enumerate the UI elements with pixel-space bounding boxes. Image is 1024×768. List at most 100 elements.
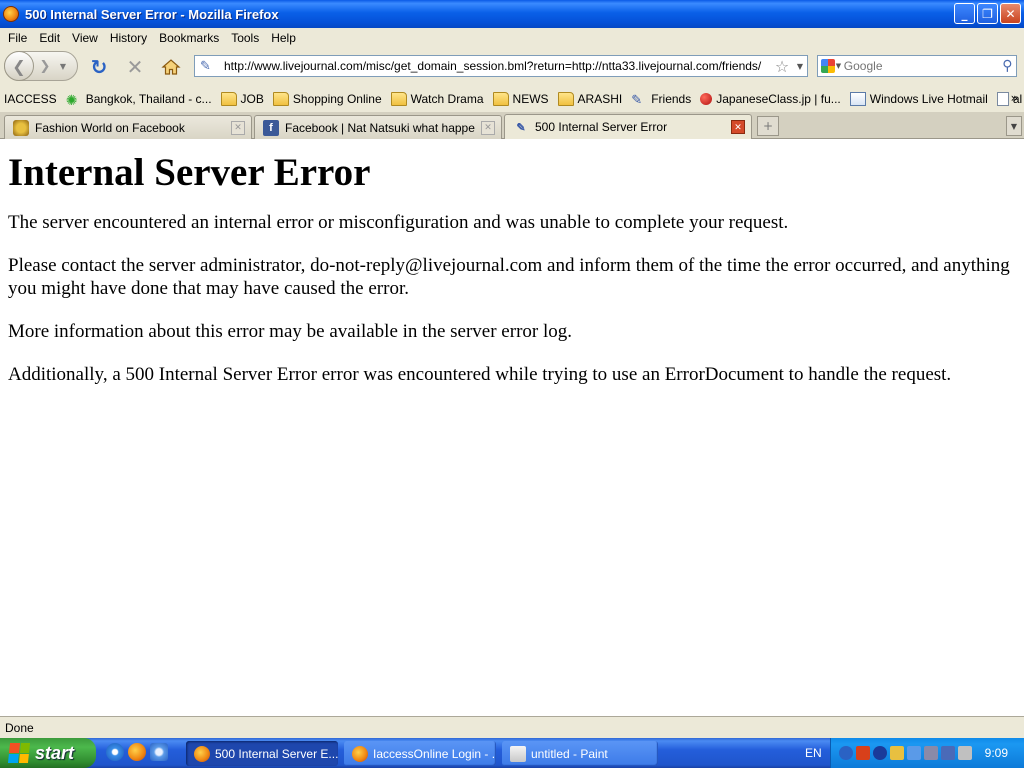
- minimize-button[interactable]: _: [954, 3, 975, 24]
- facebook-icon: f: [263, 119, 279, 136]
- chevron-down-icon: ▼: [1010, 121, 1018, 131]
- reload-button[interactable]: ↻: [88, 55, 110, 79]
- livejournal-pencil-icon: ✎: [516, 121, 526, 134]
- search-input[interactable]: [843, 59, 999, 73]
- menu-tools[interactable]: Tools: [225, 31, 265, 45]
- start-label: start: [35, 742, 75, 763]
- folder-icon: [220, 92, 237, 106]
- error-paragraph-4: Additionally, a 500 Internal Server Erro…: [8, 364, 952, 385]
- tray-expand-icon[interactable]: [839, 746, 853, 760]
- taskbar-item-firefox-error[interactable]: 500 Internal Server E...: [186, 741, 338, 766]
- bookmark-star-icon[interactable]: ☆: [771, 57, 793, 76]
- language-indicator[interactable]: EN: [805, 746, 822, 760]
- bookmark-windows-live-hotmail[interactable]: Windows Live Hotmail: [849, 92, 988, 106]
- windows-logo-icon: [7, 743, 31, 763]
- home-button[interactable]: [160, 56, 182, 78]
- menu-view[interactable]: View: [66, 31, 104, 45]
- search-engine-selector[interactable]: ▼: [818, 59, 844, 73]
- volume-icon[interactable]: [958, 746, 972, 760]
- firefox-icon: [3, 6, 19, 22]
- reload-icon: ↻: [90, 55, 108, 79]
- menu-file[interactable]: File: [2, 31, 33, 45]
- bookmark-folder-news[interactable]: NEWS: [492, 92, 549, 106]
- chevron-down-icon: ▼: [835, 62, 842, 70]
- livejournal-pencil-icon: ✎: [200, 58, 211, 74]
- new-tab-button[interactable]: +: [757, 116, 779, 136]
- start-button[interactable]: start: [0, 738, 96, 768]
- bookmark-label: Shopping Online: [292, 92, 382, 106]
- url-text[interactable]: http://www.livejournal.com/misc/get_doma…: [220, 59, 771, 73]
- network-status-icon[interactable]: [941, 746, 955, 760]
- url-dropdown-icon[interactable]: ▼: [793, 62, 807, 71]
- menu-help[interactable]: Help: [265, 31, 302, 45]
- bookmark-label: ARASHI: [577, 92, 623, 106]
- browser-icon[interactable]: [150, 743, 168, 761]
- firefox-icon: [352, 745, 368, 762]
- antivirus-icon[interactable]: [856, 746, 870, 760]
- clock[interactable]: 9:09: [985, 746, 1008, 760]
- menu-bar: File Edit View History Bookmarks Tools H…: [0, 28, 1024, 48]
- bookmark-folder-arashi[interactable]: ARASHI: [557, 92, 623, 106]
- tab-close-icon[interactable]: ✕: [481, 120, 495, 135]
- bookmark-label: IACCESS: [4, 92, 57, 106]
- tab-facebook-nat-natsuki[interactable]: f Facebook | Nat Natsuki what happen w..…: [254, 115, 502, 139]
- navigation-toolbar: ❮ ❯ ▼ ↻ ✕ ✎ http://www.livejournal.com/m…: [0, 48, 1024, 86]
- bookmark-label: NEWS: [512, 92, 549, 106]
- error-paragraph-3: More information about this error may be…: [8, 321, 572, 342]
- security-icon[interactable]: [924, 746, 938, 760]
- firefox-icon[interactable]: [128, 743, 146, 761]
- tab-label: 500 Internal Server Error: [535, 120, 668, 134]
- weather-sun-icon: ✺: [65, 92, 78, 108]
- network-icon[interactable]: [890, 746, 904, 760]
- window-title-bar[interactable]: 500 Internal Server Error - Mozilla Fire…: [0, 0, 1024, 28]
- plus-icon: +: [762, 119, 774, 133]
- error-paragraph-2: Please contact the server administrator,…: [8, 255, 1010, 299]
- tab-fashion-world[interactable]: Fashion World on Facebook ✕: [4, 115, 252, 139]
- menu-history[interactable]: History: [104, 31, 153, 45]
- bookmarks-overflow-chevron-icon[interactable]: »: [1011, 91, 1018, 105]
- livejournal-pencil-icon: ✎: [631, 92, 643, 107]
- hotmail-icon: [849, 92, 866, 106]
- folder-icon: [272, 92, 289, 106]
- bookmark-iaccess[interactable]: IACCESS: [4, 92, 57, 106]
- back-button[interactable]: ❮: [4, 51, 34, 81]
- bookmark-label: JOB: [240, 92, 264, 106]
- sync-icon[interactable]: [907, 746, 921, 760]
- taskbar-item-iaccess-login[interactable]: IaccessOnline Login - ...: [344, 741, 496, 766]
- tab-500-internal-server-error[interactable]: ✎ 500 Internal Server Error ✕: [504, 114, 752, 139]
- tab-list-button[interactable]: ▼: [1006, 116, 1022, 136]
- status-bar: Done: [0, 716, 1024, 738]
- menu-edit[interactable]: Edit: [33, 31, 66, 45]
- internet-explorer-icon[interactable]: [106, 743, 124, 761]
- bookmark-bangkok-weather[interactable]: ✺ Bangkok, Thailand - c...: [65, 92, 212, 108]
- bluetooth-icon[interactable]: [873, 746, 887, 760]
- maximize-button[interactable]: ❐: [977, 3, 998, 24]
- address-bar[interactable]: ✎ http://www.livejournal.com/misc/get_do…: [194, 55, 808, 77]
- tab-close-icon[interactable]: ✕: [231, 120, 245, 135]
- close-button[interactable]: ✕: [1000, 3, 1021, 24]
- taskbar-item-paint[interactable]: untitled - Paint: [502, 741, 658, 766]
- bookmark-folder-shopping-online[interactable]: Shopping Online: [272, 92, 382, 106]
- bookmark-japaneseclass[interactable]: JapaneseClass.jp | fu...: [700, 92, 841, 106]
- bookmark-folder-watch-drama[interactable]: Watch Drama: [390, 92, 484, 106]
- window-controls: _ ❐ ✕: [954, 3, 1021, 24]
- bookmark-label: Watch Drama: [410, 92, 484, 106]
- back-forward-group: ❮ ❯ ▼: [4, 51, 78, 81]
- forward-button[interactable]: ❯: [34, 59, 56, 74]
- window-title: 500 Internal Server Error - Mozilla Fire…: [25, 6, 279, 22]
- tab-close-icon[interactable]: ✕: [731, 120, 745, 134]
- stop-button[interactable]: ✕: [124, 55, 146, 79]
- home-icon: [161, 59, 181, 75]
- bookmarks-toolbar: IACCESS ✺ Bangkok, Thailand - c... JOB Sh…: [0, 86, 1024, 112]
- folder-icon: [390, 92, 407, 106]
- stop-icon: ✕: [126, 55, 144, 79]
- menu-bookmarks[interactable]: Bookmarks: [153, 31, 225, 45]
- bookmark-friends[interactable]: ✎ Friends: [631, 92, 692, 107]
- quick-launch: [106, 743, 168, 761]
- search-bar[interactable]: ▼ ⚲: [817, 55, 1017, 77]
- page-heading: Internal Server Error: [8, 151, 371, 194]
- history-dropdown-button[interactable]: ▼: [56, 62, 70, 71]
- bookmark-label: Friends: [651, 92, 692, 106]
- bookmark-folder-job[interactable]: JOB: [220, 92, 264, 106]
- search-icon[interactable]: ⚲: [999, 58, 1016, 74]
